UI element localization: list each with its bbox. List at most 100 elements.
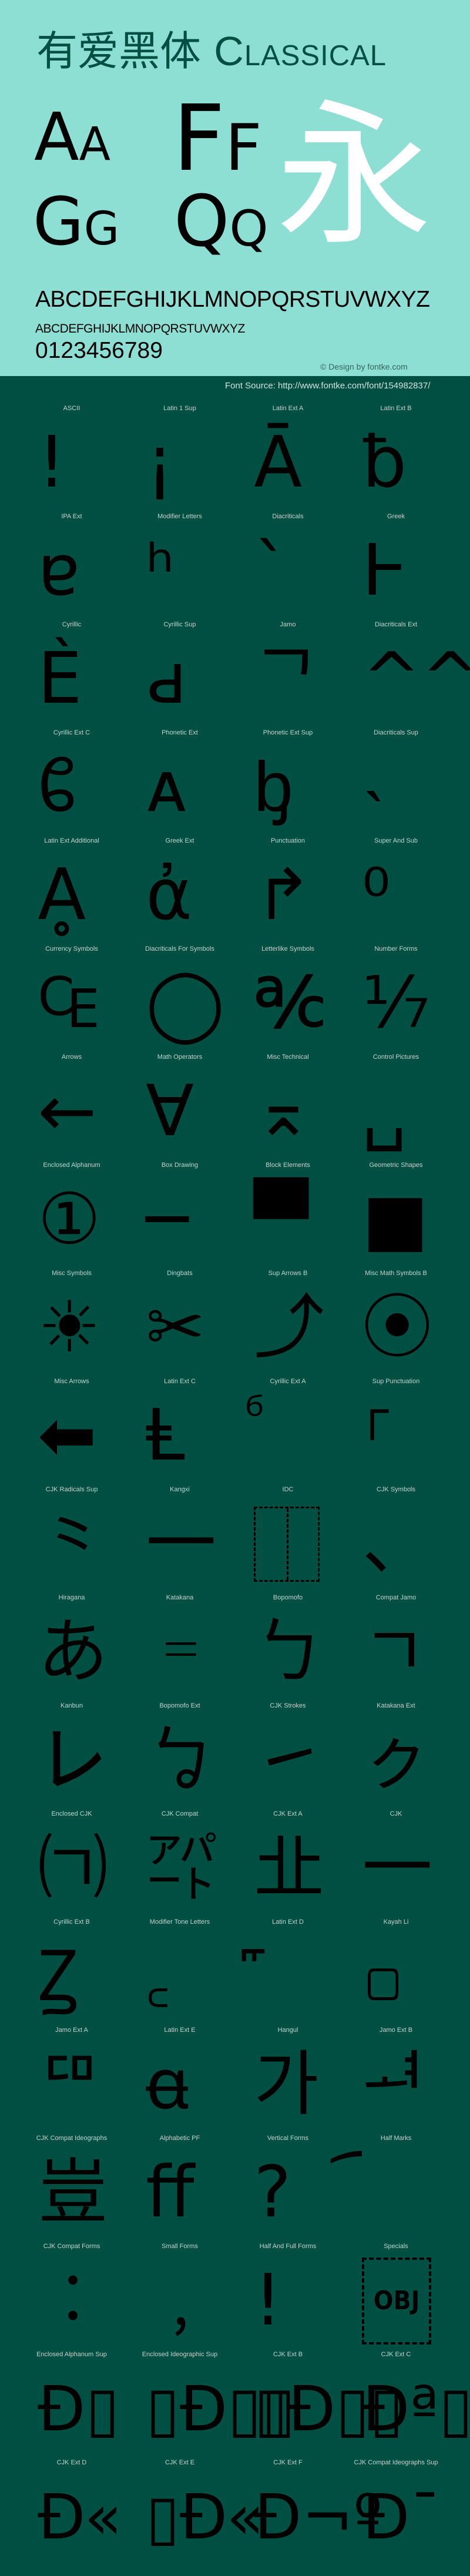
block-label: Cyrillic xyxy=(62,621,82,628)
block-label: Half And Full Forms xyxy=(259,2243,317,2250)
block-label: Hiragana xyxy=(58,1594,85,1601)
block-sample-glyph: Ⱡ xyxy=(146,1395,185,1477)
block-sample-glyph: ἀ xyxy=(146,854,193,936)
block-sample-glyph: 、 xyxy=(362,1503,432,1585)
glyph-pair-g: Gg xyxy=(33,189,119,255)
block-label: Phonetic Ext Sup xyxy=(263,729,313,736)
specimen-header: 有爱黑体 Classical Aa Ff Gg Qq 永 ABCDEFGHIJK… xyxy=(0,0,470,376)
block-label: Modifier Tone Letters xyxy=(149,1918,210,1926)
block-label: Kanbun xyxy=(61,1702,83,1709)
block-sample-glyph: ힰ xyxy=(362,2044,427,2125)
block-sample-glyph: ⅐ xyxy=(362,962,431,1044)
block-label: Latin 1 Sup xyxy=(163,405,196,412)
block-label: IPA Ext xyxy=(61,513,82,520)
block-label: Currency Symbols xyxy=(45,945,98,952)
font-source-link[interactable]: Font Source: http://www.fontke.com/font/… xyxy=(225,381,430,391)
block-label: Diacriticals For Symbols xyxy=(145,945,214,952)
block-sample-glyph: あ xyxy=(38,1611,108,1693)
block-sample-glyph: 㐀 xyxy=(254,1827,324,1909)
upper-f: F xyxy=(173,85,226,192)
block-label: Cyrillic Ext C xyxy=(53,729,90,736)
block-sample-glyph: Ð« xyxy=(38,2481,122,2553)
block-sample-glyph: ˴ xyxy=(362,746,385,828)
block-sample-glyph: ꥠ xyxy=(38,2044,103,2125)
block-label: CJK Ext F xyxy=(273,2459,303,2466)
block-label: Alphabetic PF xyxy=(159,2135,200,2142)
block-label: Diacriticals xyxy=(272,513,304,520)
block-sample-glyph: Ꙁ xyxy=(38,1936,79,2017)
block-sample-glyph: ? xyxy=(254,2152,291,2233)
block-label: Sup Arrows B xyxy=(268,1270,308,1277)
alphabet-small-caps: abcdefghijklmnopqrstuvwxyz xyxy=(35,317,245,337)
block-sample-glyph: ㇀ xyxy=(254,1719,324,1801)
hero-glyph: 永 xyxy=(276,86,432,267)
small-cap-q: q xyxy=(229,181,268,263)
block-label: Enclosed Alphanum Sup xyxy=(36,2351,107,2358)
block-sample-glyph: ㆑ xyxy=(38,1719,108,1801)
block-label: Bopomofo Ext xyxy=(159,1702,200,1709)
block-label: CJK Compat Ideographs Sup xyxy=(354,2459,438,2466)
block-sample-glyph: ⁰ xyxy=(362,854,391,936)
block-label: CJK Ext B xyxy=(273,2351,303,2358)
block-sample-glyph: 가 xyxy=(254,2044,319,2125)
block-label: Kangxi xyxy=(170,1486,190,1493)
block-label: Cyrillic Ext A xyxy=(270,1378,306,1385)
block-sample-glyph: ㇰ xyxy=(362,1719,432,1801)
font-title: 有爱黑体 Classical xyxy=(36,31,387,72)
block-sample-glyph: ꜀ xyxy=(146,1936,170,2017)
block-sample-glyph xyxy=(254,1500,320,1588)
block-sample-glyph: ꬰ xyxy=(146,2044,189,2125)
block-label: Dingbats xyxy=(167,1270,193,1277)
block-label: Enclosed Ideographic Sup xyxy=(142,2351,218,2358)
block-sample-glyph: ! xyxy=(38,422,66,504)
block-sample-glyph: Ð¯ xyxy=(362,2481,441,2553)
block-sample-glyph: ƀ xyxy=(362,422,407,504)
block-sample-glyph: ① xyxy=(38,1179,101,1260)
block-sample-glyph: ¡ xyxy=(146,422,174,504)
block-label: Vertical Forms xyxy=(267,2135,309,2142)
block-label: Jamo Ext B xyxy=(379,2027,413,2034)
block-sample-glyph: ← xyxy=(38,1071,97,1152)
block-label: Cyrillic Sup xyxy=(163,621,196,628)
block-sample-glyph: ᲀ xyxy=(38,746,77,828)
block-sample-glyph: ℀ xyxy=(254,962,326,1044)
block-sample-glyph: ᄀ xyxy=(254,638,319,720)
block-sample-glyph: ⤴ xyxy=(254,1287,324,1368)
block-label: Jamo xyxy=(280,621,296,628)
glyph-pair-a: Aa xyxy=(34,105,110,170)
block-sample-glyph: ⬅ xyxy=(38,1395,97,1477)
block-label: Misc Math Symbols B xyxy=(365,1270,427,1277)
block-label: Letterlike Symbols xyxy=(261,945,314,952)
block-sample-glyph: ⼀ xyxy=(146,1503,216,1585)
font-title-latin: Classical xyxy=(214,28,387,74)
block-label: Latin Ext D xyxy=(272,1918,304,1926)
block-sample-glyph: ꤀ xyxy=(362,1936,404,2017)
small-cap-g: g xyxy=(83,184,120,260)
block-sample-glyph: OBJ xyxy=(362,2257,431,2345)
block-label: Small Forms xyxy=(162,2243,198,2250)
block-label: Super And Sub xyxy=(374,837,418,844)
block-label: Hangul xyxy=(277,2027,298,2034)
block-label: Enclosed Alphanum xyxy=(43,1162,100,1169)
block-sample-glyph: ! xyxy=(254,2260,283,2342)
block-label: Greek xyxy=(387,513,405,520)
block-label: Control Pictures xyxy=(372,1054,419,1061)
block-label: Misc Symbols xyxy=(52,1270,92,1277)
block-sample-glyph: ㌀ xyxy=(146,1827,216,1909)
block-label: Latin Ext E xyxy=(164,2027,196,2034)
block-sample-glyph: Ā xyxy=(254,422,303,504)
block-sample-glyph: ▯Ð« xyxy=(146,2481,264,2553)
block-label: CJK Ext A xyxy=(273,1810,303,1817)
block-label: Sup Punctuation xyxy=(372,1378,420,1385)
block-sample-glyph: ␣ xyxy=(362,1071,407,1152)
block-sample-glyph: Ͱ xyxy=(362,530,408,612)
block-label: Latin Ext C xyxy=(164,1378,196,1385)
small-cap-f: f xyxy=(225,85,262,192)
glyph-pair-q: Qq xyxy=(174,187,268,257)
block-label: Katakana Ext xyxy=(377,1702,415,1709)
block-label: Kayah Li xyxy=(383,1918,409,1926)
block-label: Punctuation xyxy=(270,837,306,844)
block-sample-glyph: ₠ xyxy=(38,962,100,1044)
block-label: CJK Radicals Sup xyxy=(45,1486,98,1493)
upper-g: G xyxy=(33,184,84,260)
